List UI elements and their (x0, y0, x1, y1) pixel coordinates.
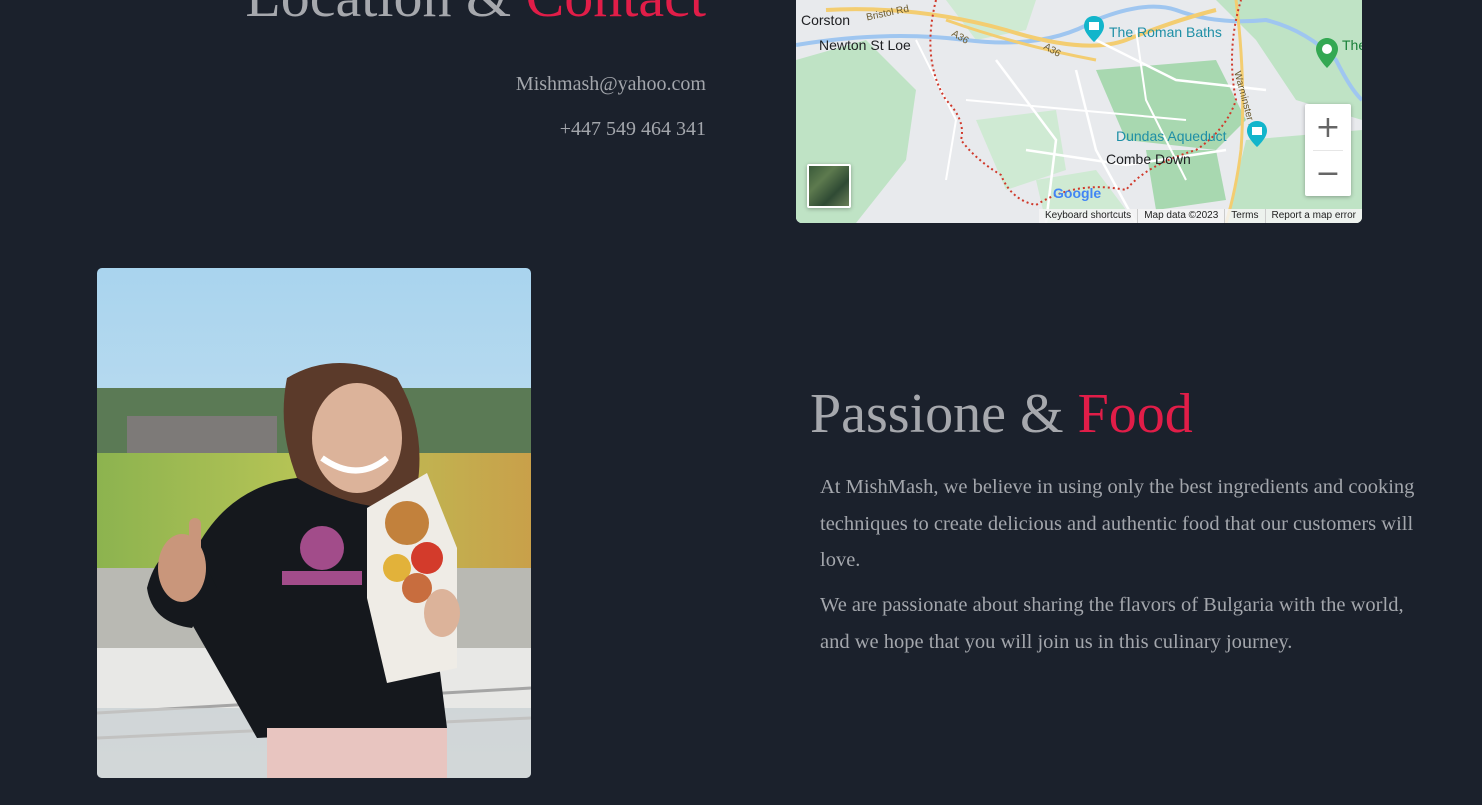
terms-link[interactable]: Terms (1224, 209, 1264, 223)
photo-illustration (97, 268, 531, 778)
map-label-roman-baths[interactable]: The Roman Baths (1109, 24, 1222, 40)
zoom-in-button[interactable]: + (1305, 104, 1351, 150)
zoom-controls: + − (1305, 104, 1351, 196)
map-label-newton: Newton St Loe (819, 37, 911, 53)
about-heading-accent: Food (1077, 383, 1193, 445)
keyboard-shortcuts-link[interactable]: Keyboard shortcuts (1039, 209, 1137, 223)
about-heading: Passione & Food (810, 383, 1193, 446)
contact-phone[interactable]: +447 549 464 341 (560, 118, 706, 141)
contact-email[interactable]: Mishmash@yahoo.com (516, 73, 706, 96)
about-heading-main: Passione & (810, 383, 1078, 445)
about-paragraph-2: We are passionate about sharing the flav… (820, 594, 1404, 653)
map-data-text: Map data ©2023 (1137, 209, 1224, 223)
map-label-dundas[interactable]: Dundas Aqueduct (1116, 128, 1227, 144)
map-label-partial: The Wo (1342, 37, 1362, 53)
contact-heading-main: Location & (245, 0, 525, 29)
google-logo: Google (1053, 185, 1102, 201)
girl-with-wrap-photo (97, 268, 531, 778)
about-paragraph-1: At MishMash, we believe in using only th… (820, 476, 1415, 571)
map-attribution: Keyboard shortcuts Map data ©2023 Terms … (1039, 209, 1362, 223)
satellite-toggle-button[interactable] (807, 164, 851, 208)
zoom-out-button[interactable]: − (1305, 150, 1351, 196)
report-error-link[interactable]: Report a map error (1264, 209, 1362, 223)
contact-heading-accent: Contact (526, 0, 706, 29)
zoom-divider (1313, 150, 1343, 151)
map-label-corston: Corston (801, 12, 851, 28)
contact-heading: Location & Contact (245, 0, 706, 26)
roman-baths-marker-icon[interactable] (1084, 16, 1104, 42)
park-marker-icon[interactable] (1316, 38, 1338, 68)
dundas-marker-icon[interactable] (1247, 121, 1267, 147)
google-map[interactable]: Corston Newton St Loe The Roman Baths Du… (796, 0, 1362, 223)
map-label-combe-down: Combe Down (1106, 151, 1191, 167)
